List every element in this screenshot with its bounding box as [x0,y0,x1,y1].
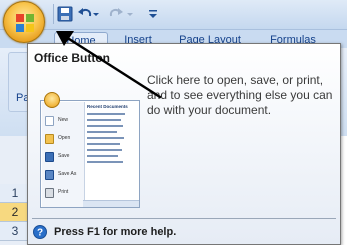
preview-item-label: Open [58,135,71,141]
help-icon: ? [33,225,47,239]
qat-separator [53,4,54,24]
preview-list-line [87,147,138,152]
preview-frame: New Open Save Save As Print Recent Docum… [40,100,140,208]
preview-item-save: Save [45,150,83,164]
office-logo-icon [16,14,34,32]
preview-item-open: Open [45,132,83,146]
office-button[interactable] [3,1,45,43]
save-icon[interactable] [57,6,73,22]
preview-list-line [87,123,138,128]
tooltip-help-text: Press F1 for more help. [54,226,177,238]
redo-icon[interactable] [108,6,124,22]
preview-list-line [87,111,138,116]
preview-menu: New Open Save Save As Print [42,102,85,207]
preview-footer [83,200,139,207]
tooltip-divider [32,218,336,219]
preview-list-line [87,153,138,158]
preview-item-label: New [58,117,69,123]
open-folder-icon [45,134,54,144]
preview-item-print: Print [45,186,83,200]
row-headers: 1 2 3 [0,136,30,245]
row-header-2[interactable]: 2 [0,203,30,222]
save-as-icon [45,170,54,180]
preview-item-new: New [45,114,83,128]
preview-list-line [87,159,138,164]
preview-item-save-as: Save As [45,168,83,182]
preview-item-label: Save As [58,171,77,177]
preview-list-line [87,129,138,134]
print-icon [45,188,54,198]
redo-dropdown-icon[interactable] [126,6,134,22]
preview-recent-list: Recent Documents [87,104,138,204]
new-icon [45,116,54,126]
row-header-3[interactable]: 3 [0,222,30,241]
title-bar [0,0,347,30]
preview-item-label: Print [58,189,69,195]
preview-list-line [87,117,138,122]
row-header-1[interactable]: 1 [0,184,30,203]
tooltip-description: Click here to open, save, or print, and … [147,73,333,117]
tooltip-title: Office Button [34,51,110,65]
preview-item-label: Save [58,153,70,159]
preview-list-header: Recent Documents [87,104,128,109]
svg-text:?: ? [37,228,43,239]
undo-dropdown-icon[interactable] [92,6,100,22]
preview-list-line [87,135,138,140]
save-icon [45,152,54,162]
preview-list-line [87,141,138,146]
preview-office-button-icon [44,92,60,108]
office-button-tooltip: Office Button New Open Save Save As Prin… [27,43,341,245]
undo-icon[interactable] [77,6,93,22]
customize-qat-icon[interactable] [148,6,158,22]
office-menu-preview: New Open Save Save As Print Recent Docum… [40,92,140,210]
